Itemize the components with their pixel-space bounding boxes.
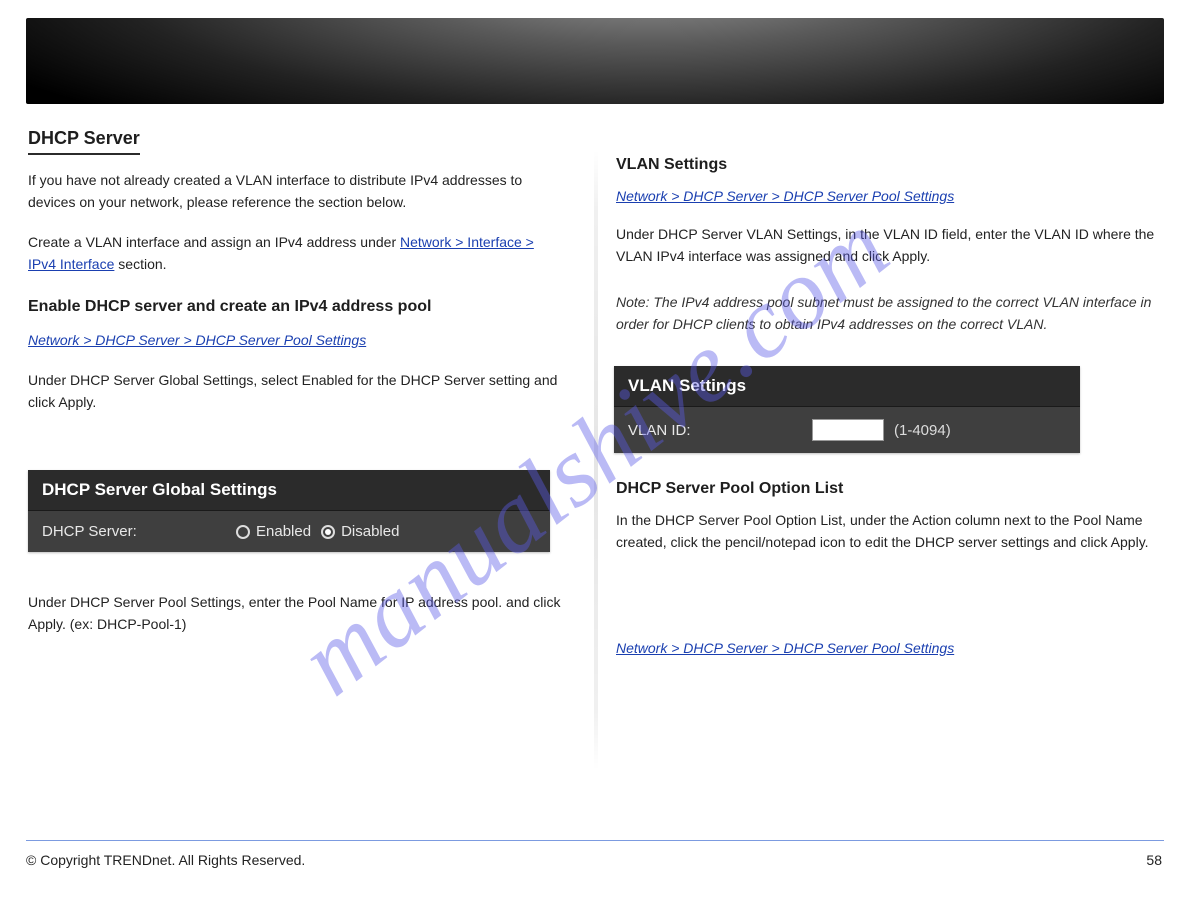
header-banner — [26, 18, 1164, 104]
section-heading-dhcp-server: DHCP Server — [28, 128, 140, 155]
dhcp-disabled-radio[interactable]: Disabled — [321, 523, 399, 540]
vlan-id-label: VLAN ID: — [628, 422, 798, 439]
footer-rule — [26, 840, 1164, 841]
option-list-nav-path[interactable]: Network > DHCP Server > DHCP Server Pool… — [616, 638, 954, 660]
radio-dot-icon — [321, 525, 335, 539]
intro-link-prefix: Create a VLAN interface and assign an IP… — [28, 234, 400, 250]
vlan-panel-title: VLAN Settings — [614, 366, 1080, 407]
pool-subheading: Enable DHCP server and create an IPv4 ad… — [28, 298, 431, 316]
dhcp-global-settings-panel: DHCP Server Global Settings DHCP Server:… — [28, 470, 550, 552]
intro-link-suffix: section. — [118, 256, 166, 272]
vlan-id-range-hint: (1-4094) — [894, 422, 951, 439]
column-divider — [594, 150, 598, 770]
dhcp-panel-title: DHCP Server Global Settings — [28, 470, 550, 511]
dhcp-enabled-label: Enabled — [256, 523, 311, 540]
pool-nav-path[interactable]: Network > DHCP Server > DHCP Server Pool… — [28, 330, 366, 352]
pool-step-2: Under DHCP Server Pool Settings, enter t… — [28, 592, 568, 635]
pool-nav-link[interactable]: Network > DHCP Server > DHCP Server Pool… — [28, 332, 366, 348]
vlan-nav-path[interactable]: Network > DHCP Server > DHCP Server Pool… — [616, 186, 954, 208]
radio-dot-icon — [236, 525, 250, 539]
intro-link-sentence: Create a VLAN interface and assign an IP… — [28, 232, 558, 275]
footer-page-number: 58 — [1146, 852, 1162, 868]
dhcp-disabled-label: Disabled — [341, 523, 399, 540]
vlan-step-1: Under DHCP Server VLAN Settings, in the … — [616, 224, 1156, 267]
option-list-subheading: DHCP Server Pool Option List — [616, 480, 843, 498]
intro-text: If you have not already created a VLAN i… — [28, 170, 558, 213]
vlan-settings-panel: VLAN Settings VLAN ID: (1-4094) — [614, 366, 1080, 453]
vlan-id-input[interactable] — [812, 419, 884, 441]
option-list-nav-link[interactable]: Network > DHCP Server > DHCP Server Pool… — [616, 640, 954, 656]
dhcp-enabled-radio[interactable]: Enabled — [236, 523, 311, 540]
vlan-note: Note: The IPv4 address pool subnet must … — [616, 292, 1160, 335]
vlan-nav-link[interactable]: Network > DHCP Server > DHCP Server Pool… — [616, 188, 954, 204]
option-list-body: In the DHCP Server Pool Option List, und… — [616, 510, 1156, 553]
footer-copyright: © Copyright TRENDnet. All Rights Reserve… — [26, 852, 305, 868]
pool-step-1: Under DHCP Server Global Settings, selec… — [28, 370, 568, 413]
vlan-subheading: VLAN Settings — [616, 156, 727, 174]
dhcp-server-label: DHCP Server: — [42, 523, 222, 540]
